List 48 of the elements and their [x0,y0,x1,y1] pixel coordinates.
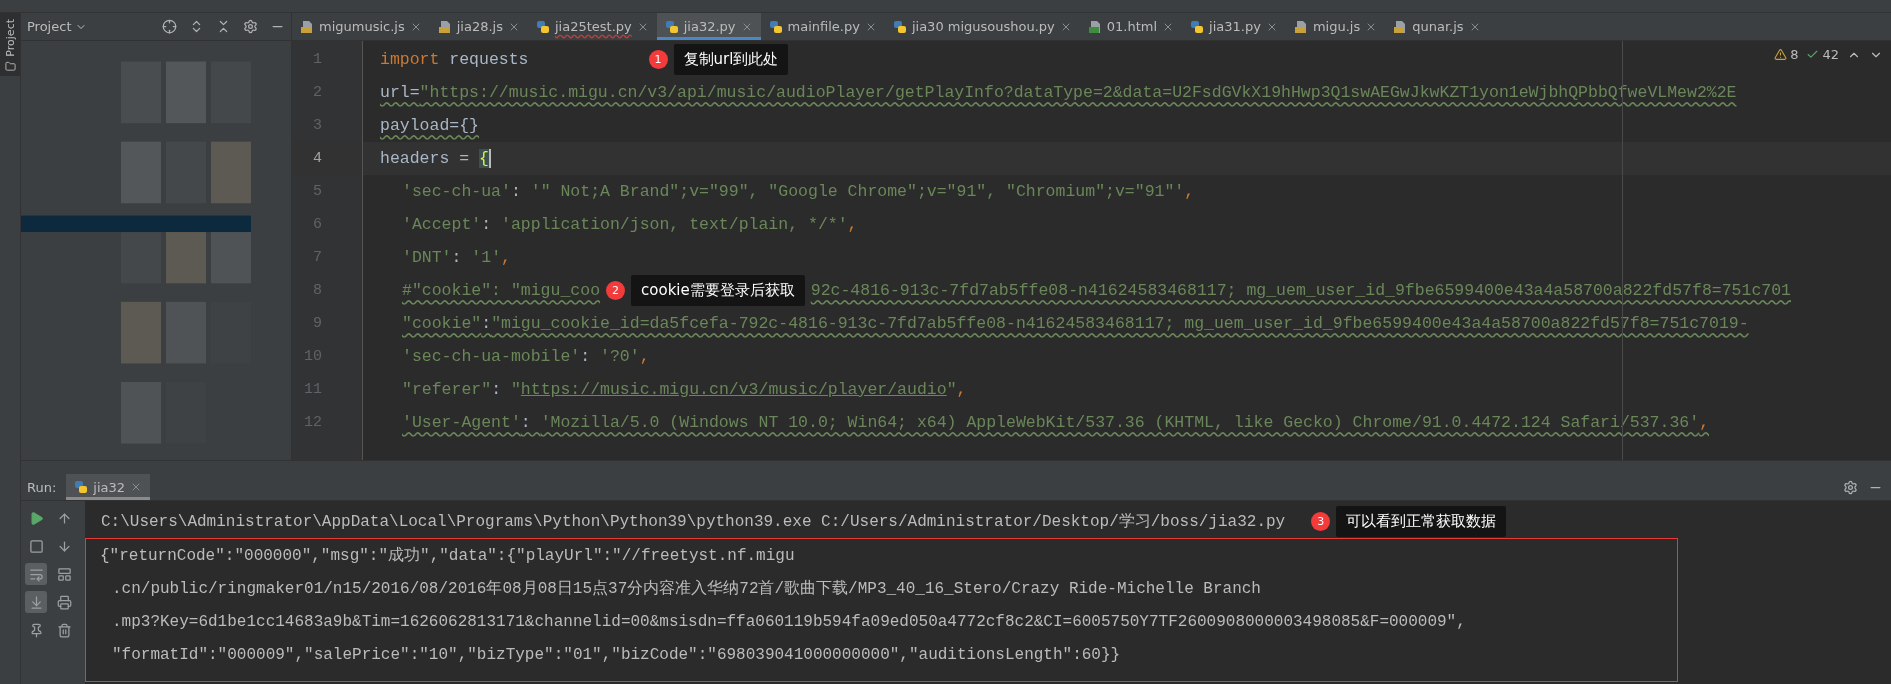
output-line: .mp3?Key=6d1be1cc14683a9b&Tim=1626062813171&channelid=00&msisdn=ffa060119b594fa09ed050a4772cf8c2&CI=6005750Y7TF2600908000003498085&F=000009", [112,612,1466,631]
annotation-tooltip: cookie需要登录后获取 [631,275,805,306]
output-line: {"returnCode":"000000","msg":"成功","data":{"playUrl":"//freetyst.nf.migu [100,546,795,566]
code-line: "referer": "https://music.migu.cn/v3/music/player/audio", [402,380,967,399]
code-line: payload={} [380,116,480,135]
project-view-selector[interactable]: Project [27,19,88,34]
warning-count[interactable]: 8 [1774,47,1799,62]
output-line: C:\Users\Administrator\AppData\Local\Programs\Python\Python39\python39.exe C:/Users/Administrator/Desktop/学习/boss/jia32.py [101,512,1286,532]
editor-tab[interactable]: jia25test.py [527,13,657,40]
code-line: #"cookie": "migu_coo [402,281,601,300]
editor-tab[interactable]: jia31.py [1182,13,1286,40]
annotation-tooltip: 复制url到此处 [673,44,789,75]
code-line: 'Accept': 'application/json, text/plain, */*', [402,215,858,234]
run-label: Run: [27,479,57,495]
annotation-tooltip: 可以看到正常获取数据 [1336,506,1507,537]
code-line: 'sec-ch-ua': '" Not;A Brand";v="99", "Google Chrome";v="91", "Chromium";v="91"', [402,182,1195,201]
code-line: "cookie":"migu_cookie_id=da5fcefa-792c-4816-913c-7fd7ab5ffe08-n41624583468117; mg_uem_user_id_9fbe6599400e43a4a58700a822fd57f8=751c7019- [402,314,1749,333]
editor-tab[interactable]: jia28.js [429,13,528,40]
typo-count[interactable]: 42 [1806,47,1839,62]
python-icon [74,480,89,494]
warning-icon [1774,48,1788,61]
editor-tab[interactable]: migumusic.js [292,13,430,40]
editor-tab[interactable]: jia32.py [656,13,761,40]
editor-tab[interactable]: mainfile.py [760,13,885,40]
code-line: 'User-Agent': 'Mozilla/5.0 (Windows NT 10.0; Win64; x64) AppleWebKit/537.36 (KHTML, like Gecko) Chrome/91.0.4472.124 Safari/537.36', [402,413,1710,432]
editor-tab[interactable]: jia30 migusoushou.py [884,13,1080,40]
code-line: 'DNT': '1', [402,248,511,267]
code-line: 'sec-ch-ua-mobile': '?0', [402,347,650,366]
output-line: "formatId":"000009","salePrice":"10","bizType":"01","bizCode":"698039041000000000","auditionsLength":60}} [112,645,1121,664]
check-icon [1806,48,1820,61]
code-line: url="https://music.migu.cn/v3/api/music/audioPlayer/getPlayInfo?dataType=2&data=U2FsdGVkX19hHwp3Q1swAEGwJkwKZT1yon1eWjbhQPbbQfweVLMew2%2E [380,83,1737,102]
run-tab[interactable]: jia32 [66,474,151,500]
wrap-icon[interactable] [25,563,47,585]
number-badge: 1 [648,50,668,69]
locate-icon[interactable] [162,19,177,34]
editor-tab[interactable]: 01.html [1079,13,1183,40]
scroll-end-icon[interactable] [25,591,47,613]
settings-icon[interactable] [1843,479,1858,495]
folder-icon [4,60,16,72]
settings-icon[interactable] [243,19,258,34]
code-line: import requests [380,50,529,69]
editor-tab[interactable]: migu.js [1285,13,1386,40]
project-tool-tab[interactable]: Project [0,13,20,76]
output-line: .cn/public/ringmaker01/n15/2016/08/2016年08月08日15点37分内容准入华纳72首/歌曲下载/MP3_40_16_Stero/Crazy Ride-Michelle Branch [112,578,1261,599]
number-badge: 3 [1311,512,1331,531]
number-badge: 2 [606,281,626,300]
editor-tab[interactable]: qunar.js [1385,13,1489,40]
code-line: 92c-4816-913c-7fd7ab5ffe08-n41624583468117; mg_uem_user_id_9fbe6599400e43a4a58700a822fd57f8=751c701 [810,281,1791,300]
